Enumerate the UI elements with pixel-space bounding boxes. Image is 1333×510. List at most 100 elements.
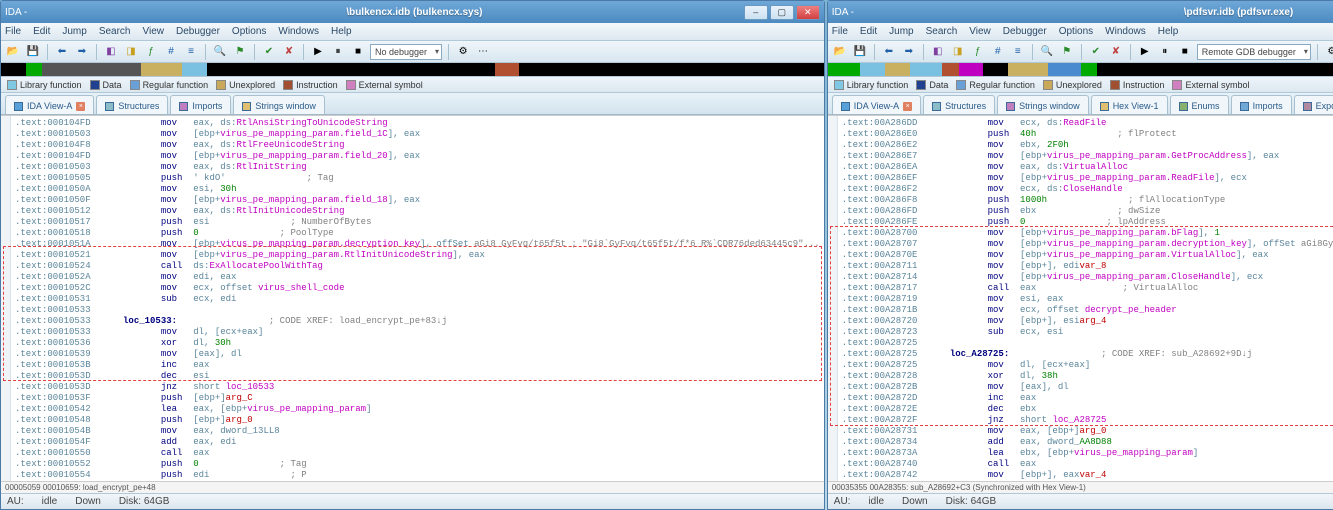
cancel-icon[interactable]: ✘ — [1108, 44, 1124, 60]
tab-structures[interactable]: Structures — [96, 95, 168, 114]
nav-segment[interactable] — [141, 63, 182, 76]
save-icon[interactable]: 💾 — [25, 44, 41, 60]
cfg-icon[interactable]: ⚙ — [455, 44, 471, 60]
nav-segment[interactable] — [860, 63, 885, 76]
flag-icon[interactable]: ⚑ — [1059, 44, 1075, 60]
hex-icon[interactable]: # — [163, 44, 179, 60]
tab-structures[interactable]: Structures — [923, 95, 995, 114]
dbg-play-icon[interactable]: ▶ — [310, 44, 326, 60]
status-disk: Disk: 64GB — [946, 496, 997, 507]
nav-colorbar[interactable] — [828, 63, 1333, 77]
zoom-icon[interactable]: 🔍 — [212, 44, 228, 60]
cfg-icon[interactable]: ⚙ — [1324, 44, 1333, 60]
nav-segment[interactable] — [1008, 63, 1049, 76]
more-icon[interactable]: ⋯ — [475, 44, 491, 60]
menu-edit[interactable]: Edit — [33, 26, 50, 37]
tab-hex-view-1[interactable]: Hex View-1 — [1091, 95, 1168, 114]
maximize-button[interactable]: ▢ — [770, 5, 794, 20]
menu-debugger[interactable]: Debugger — [176, 26, 220, 37]
fwd-icon[interactable]: ➡ — [74, 44, 90, 60]
nav-segment[interactable] — [910, 63, 943, 76]
tab-strings-window[interactable]: Strings window — [997, 95, 1089, 114]
names-icon[interactable]: ◨ — [950, 44, 966, 60]
nav-colorbar[interactable] — [1, 63, 824, 77]
statusbar: AU: idle Down Disk: 64GB — [828, 493, 1333, 509]
nav-segment[interactable] — [1, 63, 26, 76]
dbg-pause-icon[interactable]: ⏸ — [1157, 44, 1173, 60]
chart-icon[interactable]: ≡ — [1010, 44, 1026, 60]
titlebar[interactable]: IDA - \pdfsvr.idb (pdfsvr.exe) – ▢ ✕ — [828, 1, 1333, 23]
func-icon[interactable]: ƒ — [143, 44, 159, 60]
tab-ida-view-a[interactable]: IDA View-A× — [5, 95, 94, 114]
menu-file[interactable]: File — [5, 26, 21, 37]
chart-icon[interactable]: ≡ — [183, 44, 199, 60]
save-icon[interactable]: 💾 — [852, 44, 868, 60]
menu-file[interactable]: File — [832, 26, 848, 37]
nav-segment[interactable] — [495, 63, 520, 76]
nav-segment[interactable] — [942, 63, 958, 76]
disassembly-view[interactable]: .text:00A286DD mov ecx, ds:ReadFile .tex… — [828, 115, 1333, 481]
tab-strings-window[interactable]: Strings window — [233, 95, 325, 114]
open-icon[interactable]: 📂 — [5, 44, 21, 60]
tab-imports[interactable]: Imports — [170, 95, 231, 114]
debugger-select[interactable]: Remote GDB debugger — [1197, 44, 1311, 60]
tab-ida-view-a[interactable]: IDA View-A× — [832, 95, 921, 114]
struct-icon[interactable]: ◧ — [103, 44, 119, 60]
menu-debugger[interactable]: Debugger — [1003, 26, 1047, 37]
names-icon[interactable]: ◨ — [123, 44, 139, 60]
nav-segment[interactable] — [1097, 63, 1333, 76]
nav-segment[interactable] — [207, 63, 495, 76]
fwd-icon[interactable]: ➡ — [901, 44, 917, 60]
nav-segment[interactable] — [42, 63, 141, 76]
hex-icon[interactable]: # — [990, 44, 1006, 60]
minimize-button[interactable]: – — [744, 5, 768, 20]
menu-edit[interactable]: Edit — [860, 26, 877, 37]
zoom-icon[interactable]: 🔍 — [1039, 44, 1055, 60]
apply-icon[interactable]: ✔ — [1088, 44, 1104, 60]
menu-view[interactable]: View — [143, 26, 165, 37]
tab-exports[interactable]: Exports — [1294, 95, 1333, 114]
menu-options[interactable]: Options — [232, 26, 266, 37]
menu-options[interactable]: Options — [1059, 26, 1093, 37]
nav-segment[interactable] — [182, 63, 207, 76]
nav-segment[interactable] — [519, 63, 823, 76]
apply-icon[interactable]: ✔ — [261, 44, 277, 60]
menu-help[interactable]: Help — [1158, 26, 1179, 37]
struct-icon[interactable]: ◧ — [930, 44, 946, 60]
toolbar: 📂 💾 ⬅ ➡ ◧ ◨ ƒ # ≡ 🔍 ⚑ ✔ ✘ ▶ ⏸ ■ Remote G… — [828, 41, 1333, 63]
nav-segment[interactable] — [959, 63, 984, 76]
debugger-select[interactable]: No debugger — [370, 44, 442, 60]
nav-segment[interactable] — [828, 63, 861, 76]
tab-label: Enums — [1192, 101, 1220, 111]
back-icon[interactable]: ⬅ — [881, 44, 897, 60]
tab-close-icon[interactable]: × — [76, 102, 85, 111]
nav-segment[interactable] — [26, 63, 42, 76]
tab-imports[interactable]: Imports — [1231, 95, 1292, 114]
back-icon[interactable]: ⬅ — [54, 44, 70, 60]
disassembly-view[interactable]: .text:000104FD mov eax, ds:RtlAnsiString… — [1, 115, 824, 481]
nav-segment[interactable] — [1048, 63, 1081, 76]
menu-help[interactable]: Help — [331, 26, 352, 37]
dbg-stop-icon[interactable]: ■ — [350, 44, 366, 60]
cancel-icon[interactable]: ✘ — [281, 44, 297, 60]
menu-windows[interactable]: Windows — [278, 26, 319, 37]
tab-close-icon[interactable]: × — [903, 102, 912, 111]
titlebar[interactable]: IDA - \bulkencx.idb (bulkencx.sys) – ▢ ✕ — [1, 1, 824, 23]
menu-search[interactable]: Search — [99, 26, 131, 37]
menu-jump[interactable]: Jump — [62, 26, 86, 37]
menu-search[interactable]: Search — [926, 26, 958, 37]
func-icon[interactable]: ƒ — [970, 44, 986, 60]
dbg-stop-icon[interactable]: ■ — [1177, 44, 1193, 60]
dbg-play-icon[interactable]: ▶ — [1137, 44, 1153, 60]
menu-jump[interactable]: Jump — [889, 26, 913, 37]
nav-segment[interactable] — [885, 63, 910, 76]
nav-segment[interactable] — [983, 63, 1008, 76]
menu-view[interactable]: View — [969, 26, 991, 37]
nav-segment[interactable] — [1081, 63, 1097, 76]
open-icon[interactable]: 📂 — [832, 44, 848, 60]
menu-windows[interactable]: Windows — [1105, 26, 1146, 37]
dbg-pause-icon[interactable]: ⏸ — [330, 44, 346, 60]
close-button[interactable]: ✕ — [796, 5, 820, 20]
flag-icon[interactable]: ⚑ — [232, 44, 248, 60]
tab-enums[interactable]: Enums — [1170, 95, 1229, 114]
